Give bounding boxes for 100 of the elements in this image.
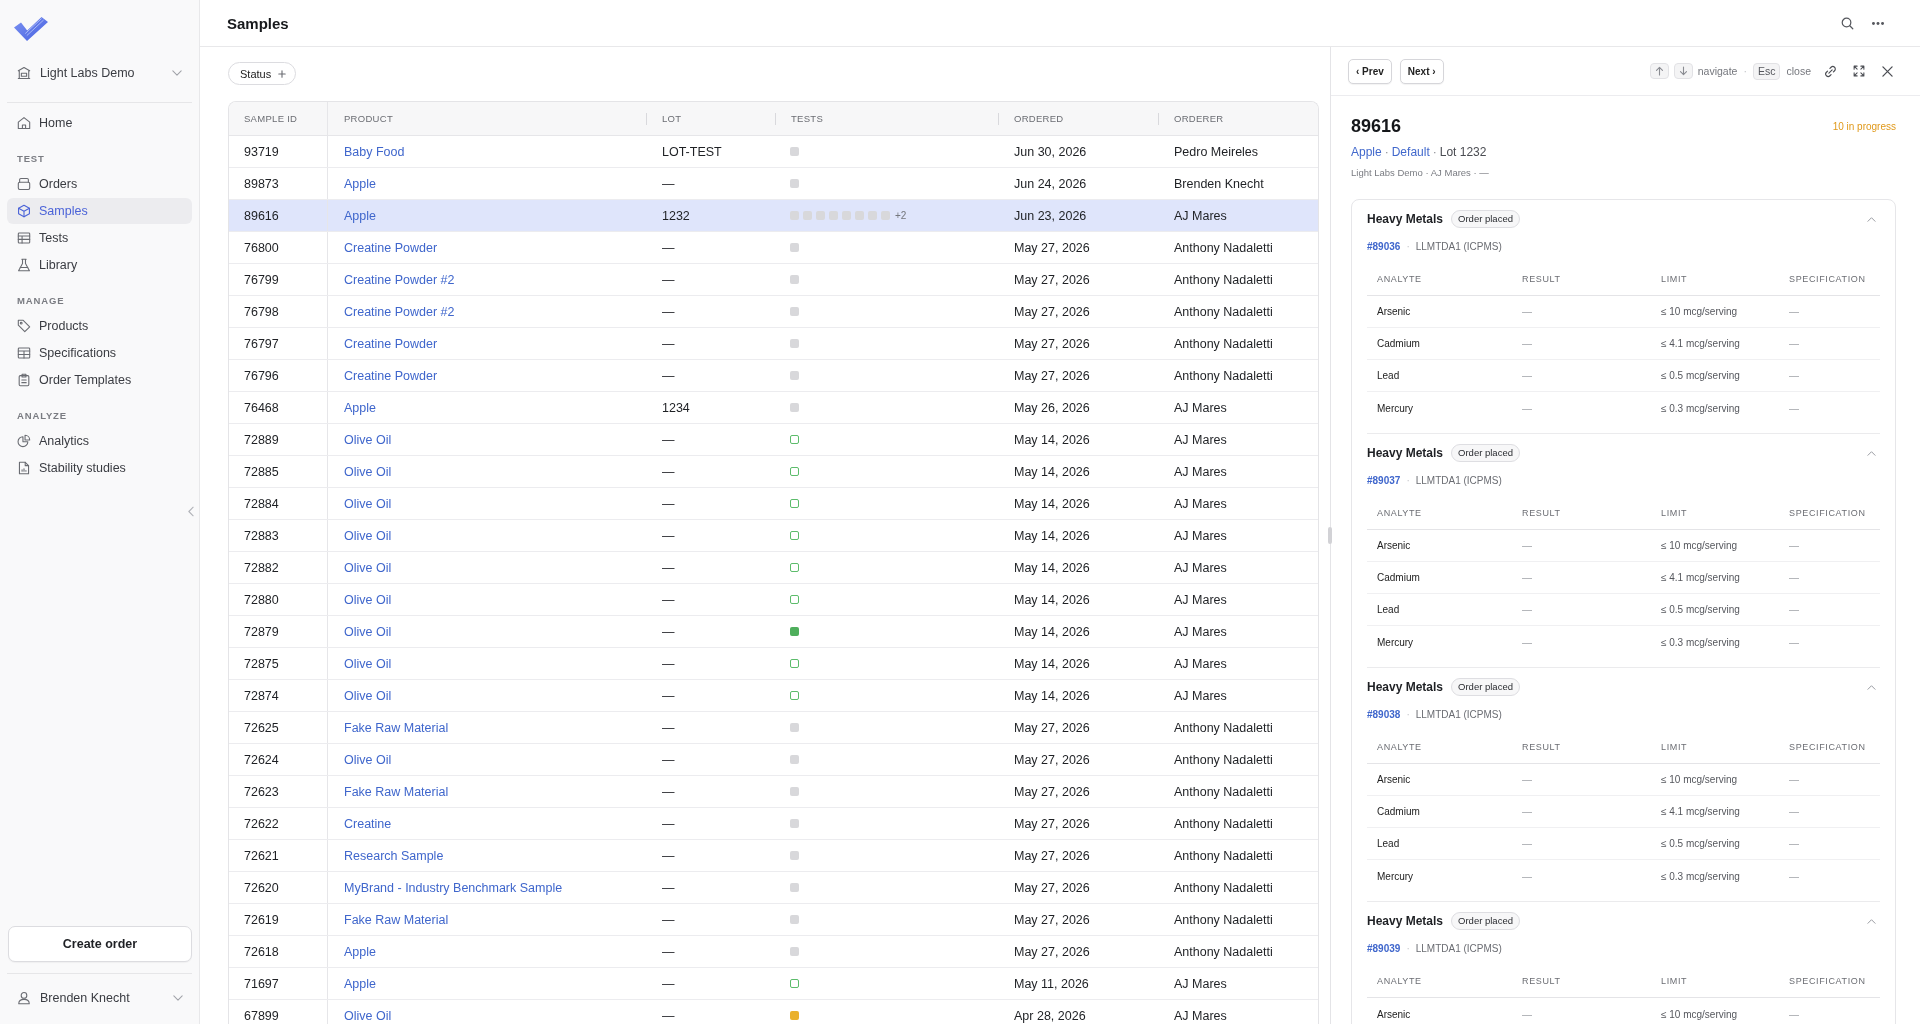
nav-item[interactable]: Library — [7, 252, 192, 278]
product-link[interactable]: Creatine — [344, 816, 392, 831]
table-row[interactable]: 72623 Fake Raw Material — May 27, 2026 Anthony Nadaletti — [229, 776, 1318, 808]
method-label: LLMTDA1 (ICPMS) — [1415, 474, 1502, 486]
table-row[interactable]: 72875 Olive Oil — May 14, 2026 AJ Mares — [229, 648, 1318, 680]
table-row[interactable]: 76796 Creatine Powder — May 27, 2026 Anthony Nadaletti — [229, 360, 1318, 392]
product-link[interactable]: Olive Oil — [344, 752, 392, 767]
product-link[interactable]: Apple — [344, 176, 376, 191]
product-link[interactable]: Olive Oil — [344, 464, 392, 479]
product-link[interactable]: Olive Oil — [344, 624, 392, 639]
pager-button[interactable]: Next › — [1399, 58, 1444, 84]
product-link[interactable]: Baby Food — [344, 144, 405, 159]
product-link[interactable]: Creatine Powder #2 — [344, 272, 455, 287]
product-link[interactable]: Olive Oil — [344, 528, 392, 543]
table-row[interactable]: 71697 Apple — May 11, 2026 AJ Mares — [229, 968, 1318, 1000]
sample-id: 67899 — [244, 1008, 279, 1023]
nav-item[interactable]: Analytics — [7, 428, 192, 454]
nav-item[interactable]: Stability studies — [7, 455, 192, 481]
product-link[interactable]: Apple — [344, 400, 376, 415]
product-link[interactable]: Apple — [344, 976, 376, 991]
table-row[interactable]: 76800 Creatine Powder — May 27, 2026 Anthony Nadaletti — [229, 232, 1318, 264]
order-link[interactable]: #89037 — [1367, 474, 1401, 486]
table-row[interactable]: 72625 Fake Raw Material — May 27, 2026 Anthony Nadaletti — [229, 712, 1318, 744]
chevron-up-icon[interactable] — [1867, 684, 1876, 690]
table-row[interactable]: 72889 Olive Oil — May 14, 2026 AJ Mares — [229, 424, 1318, 456]
product-link[interactable]: Creatine Powder — [344, 368, 438, 383]
product-link[interactable]: Apple — [344, 208, 376, 223]
chevron-up-icon[interactable] — [1867, 450, 1876, 456]
create-order-button[interactable]: Create order — [8, 926, 192, 962]
table-row[interactable]: 72618 Apple — May 27, 2026 Anthony Nadaletti — [229, 936, 1318, 968]
chevron-up-icon[interactable] — [1867, 918, 1876, 924]
order-link[interactable]: #89036 — [1367, 240, 1401, 252]
product-link[interactable]: Olive Oil — [344, 496, 392, 511]
table-row[interactable]: 72885 Olive Oil — May 14, 2026 AJ Mares — [229, 456, 1318, 488]
product-link[interactable]: MyBrand - Industry Benchmark Sample — [344, 880, 563, 895]
search-icon[interactable] — [1841, 16, 1854, 30]
sample-id: 76798 — [244, 304, 279, 319]
product-link[interactable]: Olive Oil — [344, 560, 392, 575]
product-link[interactable]: Research Sample — [344, 848, 444, 863]
order-date: Jun 30, 2026 — [1014, 144, 1087, 159]
table-row[interactable]: 72874 Olive Oil — May 14, 2026 AJ Mares — [229, 680, 1318, 712]
product-link[interactable]: Fake Raw Material — [344, 720, 449, 735]
table-row[interactable]: 72883 Olive Oil — May 14, 2026 AJ Mares — [229, 520, 1318, 552]
product-link[interactable]: Olive Oil — [344, 656, 392, 671]
table-row[interactable]: 93719 Baby Food LOT-TEST Jun 30, 2026 Pedro Meireles — [229, 136, 1318, 168]
order-link[interactable]: #89038 — [1367, 708, 1401, 720]
filter-button[interactable]: Status — [228, 62, 297, 85]
user-menu[interactable]: Brenden Knecht — [7, 985, 193, 1011]
sample-id: 72885 — [244, 464, 279, 479]
detail-link[interactable]: Default — [1391, 143, 1430, 161]
more-icon[interactable] — [1872, 21, 1884, 25]
table-row[interactable]: 72880 Olive Oil — May 14, 2026 AJ Mares — [229, 584, 1318, 616]
table-row[interactable]: 72619 Fake Raw Material — May 27, 2026 Anthony Nadaletti — [229, 904, 1318, 936]
product-link[interactable]: Fake Raw Material — [344, 784, 449, 799]
analyte-name: Mercury — [1377, 636, 1414, 648]
product-link[interactable]: Creatine Powder — [344, 336, 438, 351]
nav-item[interactable]: Specifications — [7, 340, 192, 366]
nav-item[interactable]: Order Templates — [7, 367, 192, 393]
table-row[interactable]: 72620 MyBrand - Industry Benchmark Sample — May 27, 2026 Anthony Nadaletti — [229, 872, 1318, 904]
table-row[interactable]: 76799 Creatine Powder #2 — May 27, 2026 Anthony Nadaletti — [229, 264, 1318, 296]
arrow-down-key-icon — [1673, 63, 1693, 79]
link-icon[interactable] — [1824, 64, 1837, 78]
product-link[interactable]: Fake Raw Material — [344, 912, 449, 927]
nav-item[interactable]: Orders — [7, 171, 192, 197]
resize-handle[interactable] — [1328, 527, 1332, 544]
product-link[interactable]: Apple — [344, 944, 376, 959]
table-row[interactable]: 67899 Olive Oil — Apr 28, 2026 AJ Mares — [229, 1000, 1318, 1024]
product-link[interactable]: Olive Oil — [344, 592, 392, 607]
nav-item[interactable]: Samples — [7, 198, 192, 224]
order-link[interactable]: #89039 — [1367, 942, 1401, 954]
table-row[interactable]: 72621 Research Sample — May 27, 2026 Anthony Nadaletti — [229, 840, 1318, 872]
nav-item[interactable]: Tests — [7, 225, 192, 251]
product-link[interactable]: Olive Oil — [344, 688, 392, 703]
table-row[interactable]: 89616 Apple 1232 +2 Jun 23, 2026 AJ Mares — [229, 200, 1318, 232]
table-row[interactable]: 76798 Creatine Powder #2 — May 27, 2026 Anthony Nadaletti — [229, 296, 1318, 328]
product-link[interactable]: Olive Oil — [344, 432, 392, 447]
table-row[interactable]: 72622 Creatine — May 27, 2026 Anthony Nadaletti — [229, 808, 1318, 840]
org-switcher[interactable]: Light Labs Demo — [7, 60, 192, 86]
pager-button[interactable]: ‹ Prev — [1348, 58, 1392, 84]
product-link[interactable]: Creatine Powder — [344, 240, 438, 255]
chevron-up-icon[interactable] — [1867, 216, 1876, 222]
table-row[interactable]: 76468 Apple 1234 May 26, 2026 AJ Mares — [229, 392, 1318, 424]
product-link[interactable]: Creatine Powder #2 — [344, 304, 455, 319]
sample-id: 76800 — [244, 240, 279, 255]
nav-item[interactable]: Products — [7, 313, 192, 339]
limit-value: ≤ 0.5 mcg/serving — [1661, 838, 1740, 849]
table-row[interactable]: 76797 Creatine Powder — May 27, 2026 Anthony Nadaletti — [229, 328, 1318, 360]
product-link[interactable]: Olive Oil — [344, 1008, 392, 1023]
sample-id: 72621 — [244, 848, 279, 863]
chevron-left-icon[interactable] — [188, 506, 194, 517]
table-row[interactable]: 72884 Olive Oil — May 14, 2026 AJ Mares — [229, 488, 1318, 520]
table-row[interactable]: 72624 Olive Oil — May 27, 2026 Anthony Nadaletti — [229, 744, 1318, 776]
expand-icon[interactable] — [1853, 65, 1865, 77]
nav-item[interactable]: Home — [7, 110, 192, 136]
table-row[interactable]: 72882 Olive Oil — May 14, 2026 AJ Mares — [229, 552, 1318, 584]
section-label: ANALYZE — [17, 409, 67, 423]
table-row[interactable]: 72879 Olive Oil — May 14, 2026 AJ Mares — [229, 616, 1318, 648]
detail-link[interactable]: Apple — [1351, 143, 1382, 161]
close-icon[interactable] — [1882, 65, 1893, 77]
order-date: May 14, 2026 — [1014, 656, 1090, 671]
